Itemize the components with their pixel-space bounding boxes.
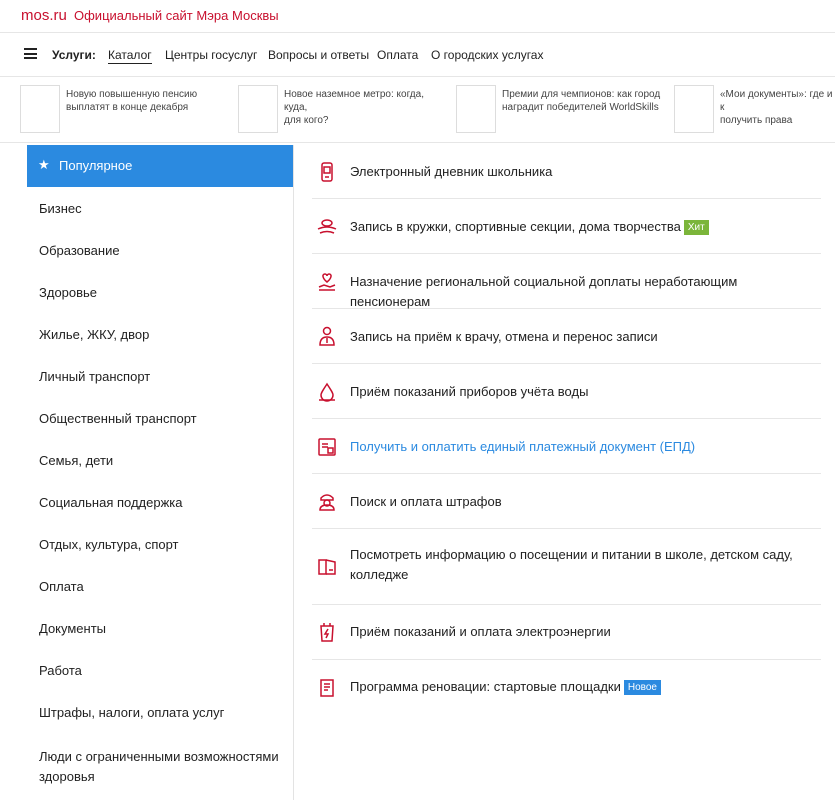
new-badge: Новое xyxy=(623,680,661,695)
sidebar-item-housing[interactable]: Жилье, ЖКУ, двор xyxy=(27,327,293,342)
sidebar-item-payment[interactable]: Оплата xyxy=(27,579,293,594)
service-item[interactable]: Запись на приём к врачу, отмена и перено… xyxy=(312,309,821,364)
nav-link-catalog[interactable]: Каталог xyxy=(108,48,152,64)
sidebar-item-business[interactable]: Бизнес xyxy=(27,201,293,216)
news-title: Новое наземное метро: когда, куда, для ко… xyxy=(284,89,424,126)
building-doc-icon xyxy=(320,679,334,697)
document-icon xyxy=(318,438,336,456)
news-thumbnail xyxy=(456,85,496,133)
sidebar-item-fines-taxes[interactable]: Штрафы, налоги, оплата услуг xyxy=(27,705,293,720)
news-item[interactable]: «Мои документы»: где и к получить права xyxy=(674,85,835,135)
sidebar-item-education[interactable]: Образование xyxy=(27,243,293,258)
sidebar-item-disabilities[interactable]: Люди с ограниченными возможностями здоров… xyxy=(27,747,293,787)
news-title: Премии для чемпионов: как город наградит … xyxy=(502,89,661,113)
service-item[interactable]: Электронный дневник школьника xyxy=(312,145,821,199)
service-title: Приём показаний приборов учёта воды xyxy=(350,384,589,399)
service-title: Запись в кружки, спортивные секции, дома… xyxy=(350,217,820,237)
sidebar-item-health[interactable]: Здоровье xyxy=(27,285,293,300)
hit-badge: Хит xyxy=(683,220,709,235)
news-title: Новую повышенную пенсию выплатят в конце … xyxy=(66,89,198,113)
service-title: Получить и оплатить единый платежный док… xyxy=(350,439,696,454)
hands-icon xyxy=(317,219,337,234)
water-drop-icon xyxy=(319,382,335,402)
popular-services-list: Электронный дневник школьника Запись в к… xyxy=(294,145,835,800)
sidebar-item-social-support[interactable]: Социальная поддержка xyxy=(27,495,293,510)
doctor-icon xyxy=(319,326,335,346)
site-logo[interactable]: mos.ru xyxy=(21,7,67,24)
service-item[interactable]: Программа реновации: стартовые площадки Н… xyxy=(312,660,821,715)
category-sidebar: ★ Популярное Бизнес Образование Здоровье… xyxy=(27,145,294,800)
star-icon: ★ xyxy=(38,157,50,172)
nav-link-service-centers[interactable]: Центры госуслуг xyxy=(165,48,257,62)
top-bar: mos.ru Официальный сайт Мэра Москвы xyxy=(0,0,835,33)
sidebar-item-popular[interactable]: ★ Популярное xyxy=(27,145,293,187)
service-title: Назначение региональной социальной допла… xyxy=(350,274,738,309)
service-title: Электронный дневник школьника xyxy=(350,164,553,179)
service-title: Программа реновации: стартовые площадки Н… xyxy=(350,677,820,697)
menu-icon[interactable] xyxy=(24,48,37,59)
service-title: Запись на приём к врачу, отмена и перено… xyxy=(350,329,658,344)
service-item[interactable]: Поиск и оплата штрафов xyxy=(312,474,821,529)
services-nav: Услуги: Каталог Центры госуслуг Вопросы … xyxy=(0,33,835,77)
services-label: Услуги: xyxy=(52,48,96,62)
sidebar-item-leisure[interactable]: Отдых, культура, спорт xyxy=(27,537,293,552)
service-title: Приём показаний и оплата электроэнергии xyxy=(350,624,611,639)
sidebar-item-documents[interactable]: Документы xyxy=(27,621,293,636)
service-title: Посмотреть информацию о посещении и пита… xyxy=(350,547,793,582)
service-item[interactable]: Запись в кружки, спортивные секции, дома… xyxy=(312,199,821,254)
service-item[interactable]: Приём показаний приборов учёта воды xyxy=(312,364,821,419)
news-thumbnail xyxy=(20,85,60,133)
sidebar-item-personal-transport[interactable]: Личный транспорт xyxy=(27,369,293,384)
news-title: «Мои документы»: где и к получить права xyxy=(720,89,833,126)
sidebar-item-public-transport[interactable]: Общественный транспорт xyxy=(27,411,293,426)
nav-link-faq[interactable]: Вопросы и ответы xyxy=(268,48,369,62)
phone-icon xyxy=(321,162,333,182)
news-thumbnail xyxy=(674,85,714,133)
service-title: Поиск и оплата штрафов xyxy=(350,494,502,509)
service-item[interactable]: Посмотреть информацию о посещении и пита… xyxy=(312,529,821,605)
news-strip: Новую повышенную пенсию выплатят в конце … xyxy=(0,77,835,143)
service-item[interactable]: Получить и оплатить единый платежный док… xyxy=(312,419,821,474)
site-title[interactable]: Официальный сайт Мэра Москвы xyxy=(74,8,279,23)
electricity-icon xyxy=(320,623,334,642)
service-item[interactable]: Приём показаний и оплата электроэнергии xyxy=(312,605,821,660)
nav-link-about-services[interactable]: О городских услугах xyxy=(431,48,543,62)
book-icon xyxy=(318,559,336,575)
sidebar-item-work[interactable]: Работа xyxy=(27,663,293,678)
sidebar-item-family[interactable]: Семья, дети xyxy=(27,453,293,468)
police-icon xyxy=(319,494,335,511)
service-item[interactable]: Назначение региональной социальной допла… xyxy=(312,254,821,309)
nav-link-payment[interactable]: Оплата xyxy=(377,48,418,62)
heart-hand-icon xyxy=(318,273,336,291)
news-thumbnail xyxy=(238,85,278,133)
